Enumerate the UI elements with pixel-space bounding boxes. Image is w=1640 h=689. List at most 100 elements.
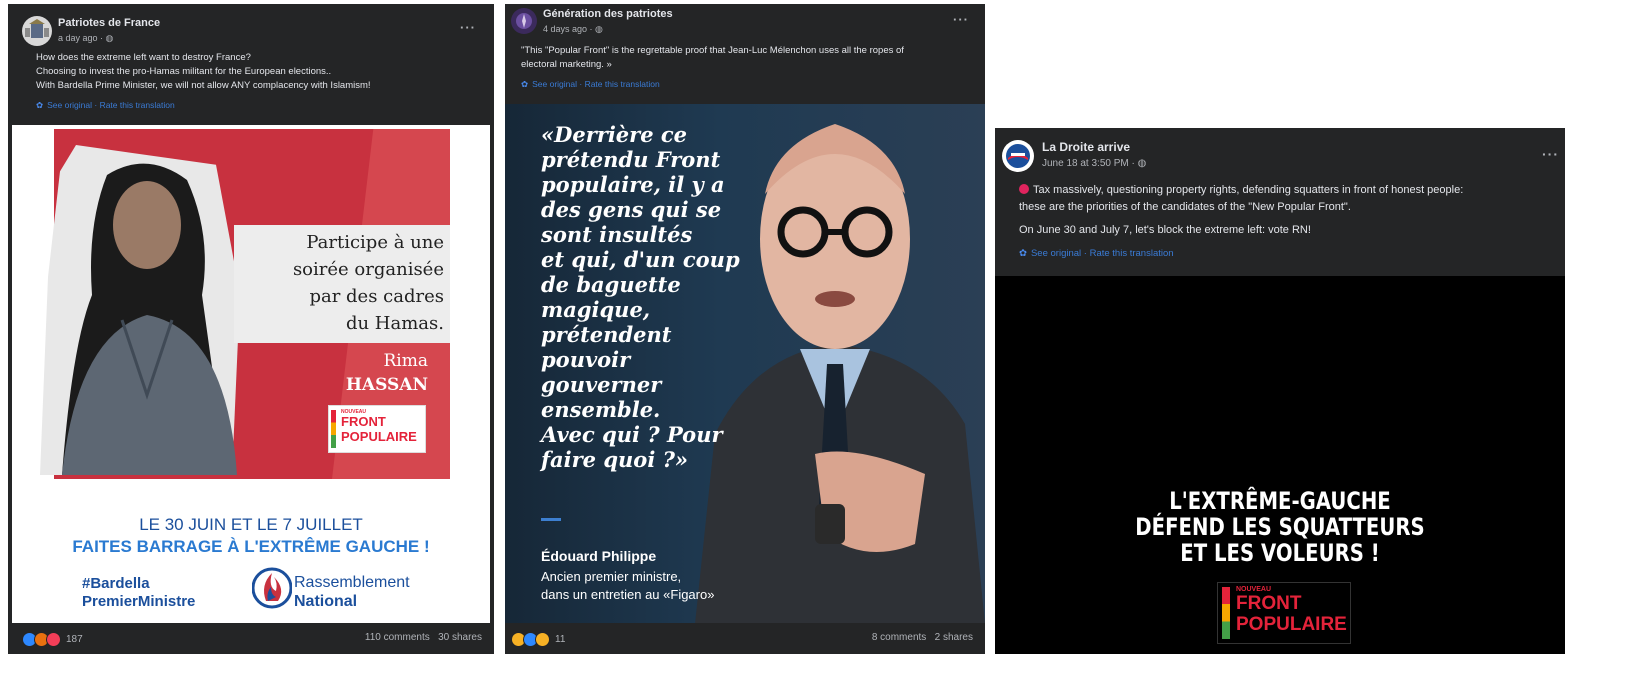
gear-icon: ✿ (1019, 248, 1027, 259)
post-text-line: these are the priorities of the candidat… (1019, 201, 1351, 213)
page-avatar[interactable] (511, 8, 537, 34)
headline: L'EXTRÊME-GAUCHE DÉFEND LES SQUATTEURS E… (1046, 488, 1513, 566)
quote-line: populaire, il y a (541, 172, 725, 197)
comments-count[interactable]: 110 comments (365, 632, 430, 643)
more-options-icon[interactable]: ··· (953, 12, 969, 27)
speaker-role-line: Ancien premier ministre, (541, 569, 682, 584)
post-text-line: electoral marketing. » (521, 59, 612, 70)
speaker-role-line: dans un entretien au «Figaro» (541, 587, 715, 602)
gear-icon: ✿ (36, 100, 44, 110)
comments-count[interactable]: 8 comments (872, 632, 926, 643)
rn-flame-logo (252, 567, 292, 609)
post-image[interactable]: Participe à une soirée organisée par des… (12, 125, 490, 623)
hashtag-line: #Bardella (82, 575, 150, 592)
quote-line: pouvoir (541, 347, 631, 372)
post-text-line: How does the extreme left want to destro… (36, 52, 251, 63)
page-avatar[interactable] (22, 16, 52, 46)
post-card-3: La Droite arrive June 18 at 3:50 PM · ◍ … (995, 128, 1565, 654)
reactions[interactable]: 11 (511, 632, 565, 647)
brand-logo-icon (1006, 144, 1030, 168)
nfp-badge-line: POPULAIRE (1236, 614, 1347, 635)
hashtag-line: PremierMinistre (82, 593, 196, 610)
nfp-badge-line: FRONT (341, 414, 386, 429)
hashtag: #Bardella PremierMinistre (82, 575, 195, 611)
post-timestamp[interactable]: a day ago · ◍ (58, 33, 113, 44)
page-name[interactable]: Génération des patriotes (543, 8, 673, 20)
engagement-counts: 110 comments 30 shares (365, 632, 482, 643)
quote-line: de baguette (541, 272, 681, 297)
more-options-icon[interactable]: ··· (460, 20, 476, 35)
quote-line: par des cadres (309, 286, 444, 307)
post-text-line: Choosing to invest the pro-Hamas militan… (36, 66, 332, 77)
person-first-name: Rima (383, 351, 429, 371)
page-avatar[interactable] (1002, 140, 1034, 172)
quote-line: du Hamas. (345, 313, 444, 334)
nfp-badge-line: POPULAIRE (341, 429, 417, 444)
translation-links[interactable]: ✿ See original · Rate this translation (521, 79, 660, 90)
post-image[interactable]: «Derrière ce prétendu Front populaire, i… (505, 104, 985, 624)
speaker-role: Ancien premier ministre, dans un entreti… (541, 568, 714, 604)
party-name-line: National (294, 593, 358, 610)
post-text-line: Tax massively, questioning property righ… (1019, 182, 1564, 199)
post-timestamp[interactable]: June 18 at 3:50 PM · ◍ (1042, 158, 1146, 169)
translation-links[interactable]: ✿ See original · Rate this translation (36, 100, 175, 111)
quote-line: des gens qui se (541, 197, 722, 222)
love-icon (46, 632, 61, 647)
reaction-count: 11 (555, 634, 566, 645)
fleur-icon (516, 13, 532, 29)
quote-text: «Derrière ce prétendu Front populaire, i… (541, 122, 771, 472)
timestamp-text: a day ago · (58, 33, 106, 43)
person-photo (62, 163, 237, 475)
nfp-badge-stripes (331, 410, 336, 448)
accent-bar (541, 518, 561, 521)
gear-icon: ✿ (521, 79, 529, 89)
headline-line: L'EXTRÊME-GAUCHE (1169, 487, 1391, 515)
page-name[interactable]: Patriotes de France (58, 17, 160, 29)
nfp-badge-stripes (1222, 587, 1230, 639)
globe-icon: ◍ (1137, 158, 1147, 169)
red-circle-icon (1019, 184, 1029, 194)
quote-line: gouverner (541, 372, 662, 397)
coat-of-arms-icon (25, 19, 49, 38)
post-text-line: With Bardella Prime Minister, we will no… (36, 80, 371, 91)
quote-line: Avec qui ? Pour (541, 422, 723, 447)
post-footer: 187 110 comments 30 shares (8, 623, 494, 654)
post-timestamp[interactable]: 4 days ago · ◍ (543, 24, 603, 35)
quote-line: Participe à une (306, 232, 444, 253)
quote-line: faire quoi ?» (541, 447, 689, 472)
timestamp-text: 4 days ago · (543, 24, 596, 34)
post-text: Tax massively, questioning property righ… (1019, 182, 1564, 239)
quote-line: sont insultés (541, 222, 693, 247)
shares-count[interactable]: 30 shares (438, 632, 482, 643)
more-options-icon[interactable]: ··· (1542, 146, 1559, 162)
translation-text: See original · Rate this translation (47, 100, 175, 110)
timestamp-text: June 18 at 3:50 PM · (1042, 158, 1138, 169)
reactions[interactable]: 187 (22, 632, 83, 647)
party-name: Rassemblement National (294, 573, 410, 611)
speaker-name: Édouard Philippe (541, 548, 657, 564)
quote-line: soirée organisée (292, 259, 444, 280)
nfp-badge: NOUVEAU FRONT POPULAIRE (328, 405, 426, 453)
nfp-badge-small: NOUVEAU (1236, 586, 1272, 593)
post-text-line: On June 30 and July 7, let's block the e… (1019, 224, 1311, 236)
quote-line: «Derrière ce (541, 122, 688, 147)
post-text: How does the extreme left want to destro… (36, 51, 371, 93)
globe-icon: ◍ (595, 24, 603, 34)
quote-line: prétendu Front (541, 147, 721, 172)
poster-quote: Participe à une soirée organisée par des… (234, 229, 444, 337)
page-name[interactable]: La Droite arrive (1042, 140, 1130, 154)
poster-dates: LE 30 JUIN ET LE 7 JUILLET (139, 515, 363, 534)
translation-text: See original · Rate this translation (532, 79, 660, 89)
reaction-count: 187 (66, 634, 83, 645)
post-footer: 11 8 comments 2 shares (505, 623, 985, 654)
post-text-line: "This "Popular Front" is the regrettable… (521, 45, 904, 56)
person-last-name: HASSAN (345, 375, 428, 395)
post-text-span: Tax massively, questioning property righ… (1033, 184, 1464, 196)
headline-line: ET LES VOLEURS ! (1180, 539, 1380, 567)
party-name-line: Rassemblement (294, 574, 410, 591)
translation-links[interactable]: ✿ See original · Rate this translation (1019, 248, 1174, 259)
post-text: "This "Popular Front" is the regrettable… (521, 44, 976, 72)
post-card-1: Patriotes de France a day ago · ◍ ··· Ho… (8, 4, 494, 654)
post-image[interactable]: L'EXTRÊME-GAUCHE DÉFEND LES SQUATTEURS E… (995, 276, 1565, 654)
shares-count[interactable]: 2 shares (935, 632, 973, 643)
